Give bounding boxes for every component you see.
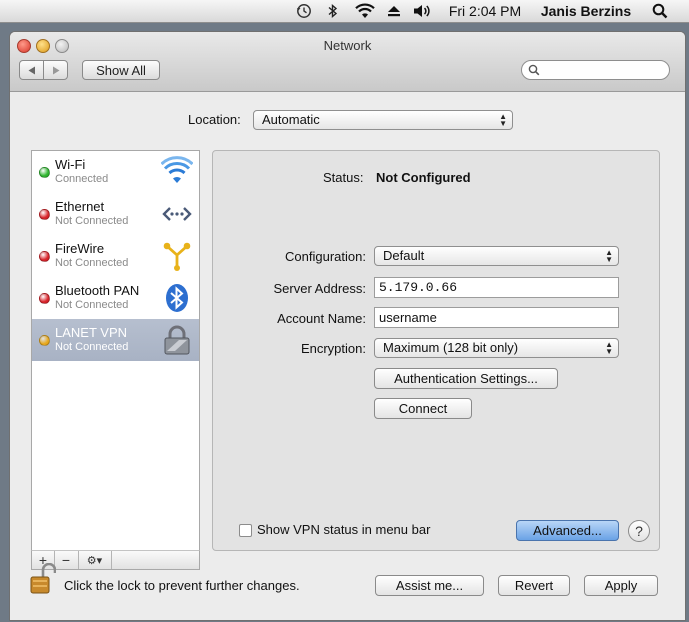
bluetooth-icon bbox=[161, 282, 193, 314]
service-item[interactable]: Ethernet Not Connected bbox=[32, 193, 199, 235]
status-dot bbox=[39, 209, 50, 220]
status-value: Not Configured bbox=[376, 170, 471, 185]
connect-button[interactable]: Connect bbox=[374, 398, 472, 419]
popup-arrows-icon: ▲ ▼ bbox=[499, 112, 507, 128]
wifi-menu-icon[interactable] bbox=[353, 0, 377, 22]
ethernet-icon bbox=[161, 198, 193, 230]
vpn-lock-icon bbox=[161, 324, 193, 356]
service-status: Connected bbox=[55, 173, 109, 185]
revert-button[interactable]: Revert bbox=[498, 575, 570, 596]
search-field[interactable] bbox=[521, 60, 670, 80]
account-name-field[interactable]: username bbox=[374, 307, 619, 328]
service-name: Wi-Fi bbox=[55, 157, 86, 172]
configuration-value: Default bbox=[383, 248, 425, 263]
assist-me-button[interactable]: Assist me... bbox=[375, 575, 484, 596]
location-value: Automatic bbox=[262, 112, 320, 127]
advanced-button[interactable]: Advanced... bbox=[516, 520, 619, 541]
service-name: Bluetooth PAN bbox=[55, 283, 140, 298]
service-name: FireWire bbox=[55, 241, 105, 256]
authentication-settings-button[interactable]: Authentication Settings... bbox=[374, 368, 558, 389]
lock-icon[interactable] bbox=[30, 562, 57, 598]
back-button[interactable] bbox=[19, 60, 44, 80]
window-title: Network bbox=[323, 38, 372, 53]
encryption-label: Encryption: bbox=[300, 341, 366, 356]
show-vpn-status-label: Show VPN status in menu bar bbox=[257, 522, 431, 537]
service-status: Not Connected bbox=[55, 299, 129, 311]
network-preferences-window: Network Show All Location: Automatic ▲ ▼ … bbox=[10, 32, 685, 620]
status-label: Status: bbox=[323, 170, 364, 185]
service-status: Not Connected bbox=[55, 257, 129, 269]
menu-bar: Fri 2:04 PM Janis Berzins bbox=[0, 0, 689, 23]
service-item[interactable]: LANET VPN Not Connected bbox=[32, 319, 199, 361]
service-list: Wi-Fi Connected Ethernet Not Connected FireW… bbox=[31, 150, 200, 551]
bluetooth-menu-icon[interactable] bbox=[325, 0, 341, 22]
location-label: Location: bbox=[188, 112, 241, 127]
wifi-icon bbox=[160, 156, 194, 188]
service-item[interactable]: Wi-Fi Connected bbox=[32, 151, 199, 193]
firewire-icon bbox=[161, 240, 193, 272]
service-list-toolbar: + − ⚙▾ bbox=[31, 550, 200, 570]
account-name-label: Account Name: bbox=[277, 311, 366, 326]
lock-message: Click the lock to prevent further change… bbox=[64, 578, 300, 593]
server-address-label: Server Address: bbox=[273, 281, 367, 296]
status-dot bbox=[39, 335, 50, 346]
service-item[interactable]: FireWire Not Connected bbox=[32, 235, 199, 277]
show-all-button[interactable]: Show All bbox=[82, 60, 160, 80]
configuration-label: Configuration: bbox=[285, 249, 366, 264]
eject-icon[interactable] bbox=[385, 0, 403, 22]
remove-service-button[interactable]: − bbox=[54, 551, 79, 569]
encryption-value: Maximum (128 bit only) bbox=[383, 340, 519, 355]
time-machine-icon[interactable] bbox=[294, 0, 314, 22]
popup-arrows-icon: ▲ ▼ bbox=[605, 248, 613, 264]
spotlight-icon[interactable] bbox=[650, 0, 670, 22]
show-vpn-status-checkbox[interactable] bbox=[239, 524, 252, 537]
help-button[interactable]: ? bbox=[628, 520, 650, 542]
status-dot bbox=[39, 293, 50, 304]
gear-menu-button[interactable]: ⚙▾ bbox=[78, 551, 112, 569]
vpn-detail-panel: Status: Not Configured Configuration: De… bbox=[212, 150, 660, 551]
server-address-field[interactable]: 5.179.0.66 bbox=[374, 277, 619, 298]
user-menu-item[interactable]: Janis Berzins bbox=[536, 0, 636, 22]
title-bar: Network Show All bbox=[10, 32, 685, 92]
service-status: Not Connected bbox=[55, 215, 129, 227]
clock-menu-item[interactable]: Fri 2:04 PM bbox=[442, 0, 528, 22]
location-popup[interactable]: Automatic ▲ ▼ bbox=[253, 110, 513, 130]
encryption-popup[interactable]: Maximum (128 bit only) ▲ ▼ bbox=[374, 338, 619, 358]
apply-button[interactable]: Apply bbox=[584, 575, 658, 596]
service-name: Ethernet bbox=[55, 199, 105, 214]
service-item[interactable]: Bluetooth PAN Not Connected bbox=[32, 277, 199, 319]
forward-button[interactable] bbox=[43, 60, 68, 80]
volume-icon[interactable] bbox=[412, 0, 434, 22]
configuration-popup[interactable]: Default ▲ ▼ bbox=[374, 246, 619, 266]
popup-arrows-icon: ▲ ▼ bbox=[605, 340, 613, 356]
search-icon bbox=[528, 64, 540, 79]
status-dot bbox=[39, 167, 50, 178]
status-dot bbox=[39, 251, 50, 262]
service-name: LANET VPN bbox=[55, 325, 128, 340]
service-status: Not Connected bbox=[55, 341, 129, 353]
